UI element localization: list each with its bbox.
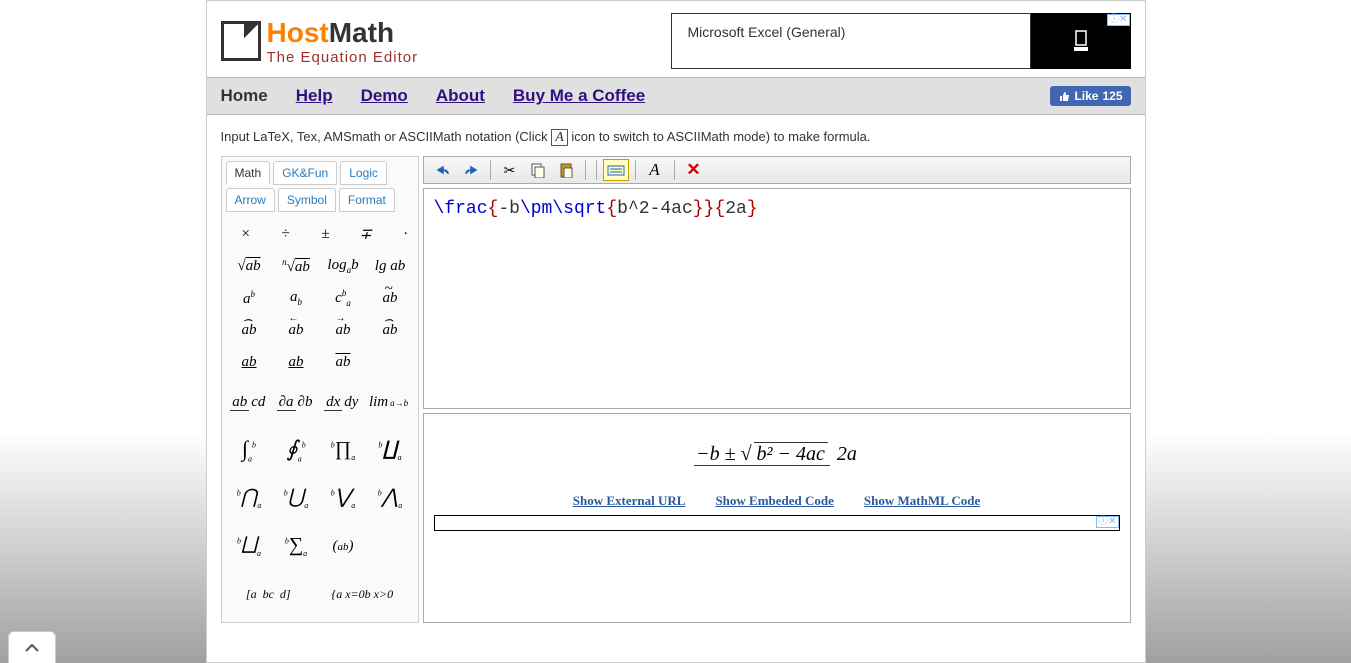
- logo-math: Math: [329, 17, 394, 48]
- sym-hat[interactable]: ab⌢: [229, 322, 269, 339]
- sym-oint[interactable]: ∮ab: [276, 436, 316, 463]
- sym-divide[interactable]: ÷: [266, 226, 306, 243]
- show-mathml-link[interactable]: Show MathML Code: [864, 493, 980, 509]
- nav-home[interactable]: Home: [221, 86, 268, 106]
- sym-times[interactable]: ×: [226, 226, 266, 243]
- sym-coprod[interactable]: b∐a: [370, 438, 410, 462]
- logo-icon: [221, 21, 261, 61]
- sym-bigcup[interactable]: b⋃a: [276, 486, 316, 510]
- sym-pm[interactable]: ±: [306, 226, 346, 243]
- sym-larrow[interactable]: ab←: [276, 322, 316, 339]
- sym-bigvee[interactable]: b⋁a: [323, 486, 363, 510]
- thumbs-up-icon: [1058, 90, 1070, 102]
- nav-about[interactable]: About: [436, 86, 485, 106]
- sym-underbrace[interactable]: ab: [229, 354, 269, 371]
- symbol-grid: × ÷ ± ∓ · ⋆ √ab n√ab logab lg ab ab: [226, 218, 414, 618]
- sym-sup[interactable]: ab: [229, 289, 269, 308]
- fb-like-label: Like: [1074, 89, 1098, 103]
- sym-rarrow[interactable]: ab→: [323, 322, 363, 339]
- sym-bigcap[interactable]: b⋂a: [229, 486, 269, 510]
- tab-format[interactable]: Format: [339, 188, 395, 212]
- sym-bigsqcup[interactable]: b⨆a: [229, 534, 269, 558]
- sym-overline[interactable]: ab: [323, 354, 363, 371]
- copy-button[interactable]: [525, 159, 551, 181]
- adchoices-icon[interactable]: ⓘ✕: [1107, 14, 1129, 26]
- tab-math[interactable]: Math: [226, 161, 271, 185]
- redo-button[interactable]: [458, 159, 484, 181]
- bottom-ad[interactable]: ⓘ✕: [434, 515, 1120, 531]
- sym-cdot[interactable]: ·: [386, 226, 426, 243]
- preview-panel: −b ± √b² − 4ac 2a Show External URL Show…: [423, 413, 1131, 623]
- sym-prod[interactable]: b∏a: [323, 438, 363, 462]
- header: HostMath The Equation Editor Microsoft E…: [207, 1, 1145, 77]
- sym-dfrac[interactable]: dxdy: [322, 394, 362, 411]
- undo-button[interactable]: [430, 159, 456, 181]
- sym-cases[interactable]: {a x=0b x>0: [331, 587, 393, 602]
- tab-logic[interactable]: Logic: [340, 161, 387, 185]
- sym-matrix[interactable]: [a bc d]: [246, 587, 291, 602]
- sym-frac[interactable]: abcd: [229, 394, 269, 411]
- sym-sub[interactable]: ab: [276, 289, 316, 307]
- tab-arrow[interactable]: Arrow: [226, 188, 275, 212]
- sym-log[interactable]: logab: [323, 257, 363, 275]
- ad-text: Microsoft Excel (General): [671, 13, 1031, 69]
- nav-demo[interactable]: Demo: [361, 86, 408, 106]
- fb-like-button[interactable]: Like 125: [1050, 86, 1130, 106]
- sym-tilde[interactable]: ab~: [370, 290, 410, 307]
- sym-sum[interactable]: b∑a: [276, 534, 316, 558]
- fb-like-count: 125: [1102, 89, 1122, 103]
- sym-lim[interactable]: lima→b: [369, 394, 410, 411]
- nav-bar: Home Help Demo About Buy Me a Coffee Lik…: [207, 77, 1145, 115]
- nav-coffee[interactable]: Buy Me a Coffee: [513, 86, 645, 106]
- sym-int[interactable]: ∫ab: [229, 436, 269, 463]
- sym-mp[interactable]: ∓: [346, 225, 386, 244]
- keyboard-mode-button[interactable]: [603, 159, 629, 181]
- adchoices-icon-2[interactable]: ⓘ✕: [1096, 516, 1118, 528]
- show-url-link[interactable]: Show External URL: [573, 493, 686, 509]
- cut-button[interactable]: ✂: [497, 159, 523, 181]
- sym-lg[interactable]: lg ab: [370, 258, 410, 275]
- paste-button[interactable]: [553, 159, 579, 181]
- symbol-palette: Math GK&Fun Logic Arrow Symbol Format × …: [221, 156, 419, 623]
- nav-help[interactable]: Help: [296, 86, 333, 106]
- hint-text: Input LaTeX, Tex, AMSmath or ASCIIMath n…: [221, 129, 1131, 146]
- show-embed-link[interactable]: Show Embeded Code: [715, 493, 833, 509]
- clear-button[interactable]: ✕: [681, 159, 707, 181]
- sym-sqrt[interactable]: √ab: [229, 258, 269, 275]
- tab-gkfun[interactable]: GK&Fun: [273, 161, 337, 185]
- ascii-mode-button[interactable]: A: [642, 159, 668, 181]
- latex-input[interactable]: \frac{-b\pm\sqrt{b^2-4ac}}{2a}: [423, 188, 1131, 409]
- sym-supsub[interactable]: cba: [323, 288, 363, 308]
- rendered-formula: −b ± √b² − 4ac 2a: [694, 444, 859, 464]
- sym-bigwedge[interactable]: b⋀a: [370, 486, 410, 510]
- toolbar: ✂ A ✕: [423, 156, 1131, 184]
- logo-host: Host: [267, 17, 329, 48]
- sym-nroot[interactable]: n√ab: [276, 257, 316, 276]
- ad-dark: ⓘ✕: [1031, 13, 1131, 69]
- ad-banner[interactable]: Microsoft Excel (General) ⓘ✕: [671, 13, 1131, 69]
- sym-frown[interactable]: ab⌢: [370, 322, 410, 339]
- hint-post: icon to switch to ASCIIMath mode) to mak…: [568, 129, 871, 144]
- scroll-top-button[interactable]: [8, 631, 56, 663]
- logo-subtitle: The Equation Editor: [267, 49, 419, 66]
- chevron-up-icon: [24, 643, 40, 653]
- ad-icon: [1072, 29, 1090, 53]
- sym-partial[interactable]: ∂a∂b: [276, 394, 316, 411]
- sym-underline[interactable]: ab: [276, 354, 316, 371]
- tab-symbol[interactable]: Symbol: [278, 188, 336, 212]
- mode-switch-icon: A: [551, 129, 568, 146]
- logo-text: HostMath The Equation Editor: [267, 17, 419, 66]
- sym-binom[interactable]: (ab): [323, 538, 363, 555]
- hint-pre: Input LaTeX, Tex, AMSmath or ASCIIMath n…: [221, 129, 552, 144]
